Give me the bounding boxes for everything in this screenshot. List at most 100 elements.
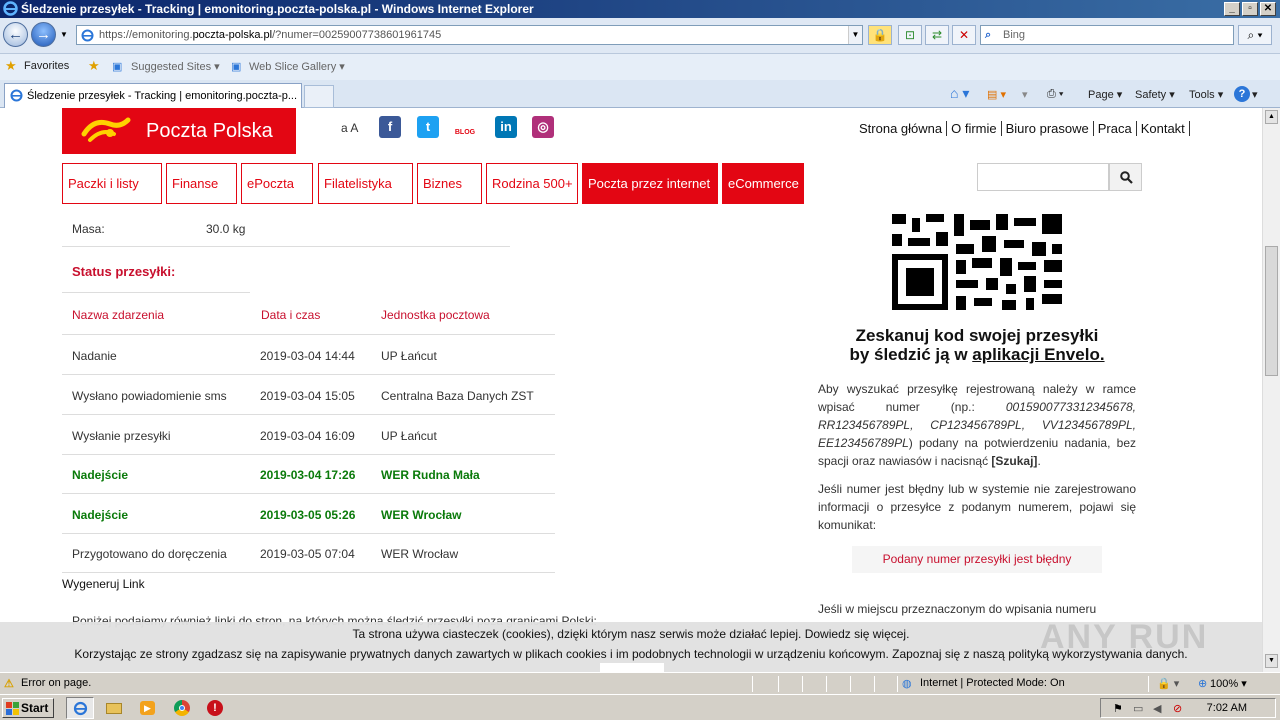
event-name: Przygotowano do doręczenia <box>72 547 227 561</box>
safety-menu[interactable]: Safety ▾ <box>1135 88 1175 101</box>
forward-button[interactable]: → <box>31 22 56 47</box>
event-unit: UP Łańcut <box>381 349 437 363</box>
home-icon[interactable]: ⌂ ▾ <box>950 85 969 102</box>
address-dropdown-icon[interactable]: ▼ <box>848 26 862 44</box>
window-title: Śledzenie przesyłek - Tracking | emonito… <box>21 2 534 16</box>
instagram-icon[interactable]: ◎ <box>532 116 554 138</box>
start-button[interactable]: Start <box>2 698 54 718</box>
poczta-polska-logo[interactable]: Poczta Polska <box>62 108 296 154</box>
menu-item-ecommerce[interactable]: eCommerce <box>722 163 804 204</box>
warning-icon[interactable]: ⚠ <box>4 677 14 690</box>
event-unit: WER Rudna Mała <box>381 468 480 482</box>
top-link-contact[interactable]: Kontakt <box>1139 121 1190 136</box>
tools-menu[interactable]: Tools ▾ <box>1189 88 1223 101</box>
status-error-text[interactable]: Error on page. <box>21 677 91 689</box>
tray-alert-icon[interactable]: ⊘ <box>1173 702 1182 715</box>
favorites-bar: ★ Favorites ★ ▣ Suggested Sites ▾ ▣ Web … <box>0 54 1280 80</box>
menu-item-business[interactable]: Biznes <box>417 163 482 204</box>
stop-icon[interactable]: ✕ <box>952 25 976 45</box>
envelo-app-link[interactable]: aplikacji Envelo. <box>972 345 1104 364</box>
generate-link[interactable]: Wygeneruj Link <box>62 577 145 591</box>
facebook-icon[interactable]: f <box>379 116 401 138</box>
site-search-button[interactable] <box>1109 163 1142 191</box>
zoom-icon: ⊕ <box>1198 678 1208 690</box>
scroll-up-icon[interactable]: ▲ <box>1265 110 1278 124</box>
menu-item-parcels[interactable]: Paczki i listy <box>62 163 162 204</box>
explorer-folder-icon[interactable] <box>104 699 124 717</box>
add-favorites-icon[interactable]: ★ <box>88 58 100 74</box>
protected-mode-icon[interactable]: 🔒 ▾ <box>1157 677 1179 690</box>
search-button[interactable]: ⌕ ▾ <box>1238 25 1272 45</box>
address-url: https://emonitoring.poczta-polska.pl/?nu… <box>99 29 442 41</box>
tab-title: Śledzenie przesyłek - Tracking | emonito… <box>27 90 298 102</box>
web-slice-gallery-link[interactable]: Web Slice Gallery ▾ <box>249 60 345 73</box>
read-mail-icon[interactable]: ▾ <box>1022 88 1028 101</box>
table-divider <box>62 414 555 415</box>
menu-item-finance[interactable]: Finanse <box>166 163 237 204</box>
status-separator <box>874 676 875 692</box>
top-link-jobs[interactable]: Praca <box>1096 121 1137 136</box>
page-menu[interactable]: Page ▾ <box>1088 88 1122 101</box>
chrome-icon[interactable] <box>172 699 192 717</box>
web-slice-icon: ▣ <box>231 61 242 73</box>
help-dropdown-icon[interactable]: ▾ <box>1252 88 1258 101</box>
top-link-home[interactable]: Strona główna <box>858 121 948 136</box>
post-horn-icon <box>81 117 131 142</box>
font-size-toggle[interactable]: a A <box>341 121 358 135</box>
scroll-thumb[interactable] <box>1265 246 1278 376</box>
event-name: Nadejście <box>72 468 129 482</box>
site-search-input[interactable] <box>977 163 1109 191</box>
security-zone-text[interactable]: Internet | Protected Mode: On <box>920 677 1065 689</box>
cookie-accept-button[interactable] <box>600 663 664 672</box>
back-button[interactable]: ← <box>3 22 28 47</box>
clock[interactable]: 7:02 AM <box>1207 702 1247 714</box>
search-input[interactable]: ⌕ Bing <box>980 25 1234 45</box>
refresh-icon[interactable]: ⇄ <box>925 25 949 45</box>
cookie-learn-more-link[interactable]: Dowiedz się więcej. <box>805 627 910 641</box>
twitter-icon[interactable]: t <box>417 116 439 138</box>
compatibility-icon[interactable]: ⊡ <box>898 25 922 45</box>
tab-favicon-icon <box>10 89 23 102</box>
linkedin-icon[interactable]: in <box>495 116 517 138</box>
stop-app-icon[interactable]: ! <box>205 699 225 717</box>
window-titlebar: Śledzenie przesyłek - Tracking | emonito… <box>0 0 1280 18</box>
tray-flag-icon[interactable]: ⚑ <box>1113 702 1123 715</box>
restore-button[interactable]: ▫ <box>1242 2 1258 16</box>
taskbar-ie-button[interactable] <box>66 697 94 719</box>
help-icon[interactable]: ? <box>1234 86 1250 102</box>
close-window-button[interactable]: ✕ <box>1260 2 1276 16</box>
forward-arrow-icon: → <box>36 26 51 43</box>
system-tray: ⚑ ▭ ◀ ⊘ 7:02 AM <box>1100 698 1276 718</box>
blog-icon[interactable]: BLOG <box>454 116 476 138</box>
event-name: Nadanie <box>72 349 117 363</box>
favorites-button[interactable]: Favorites <box>24 60 69 72</box>
media-player-icon[interactable]: ▶ <box>138 699 158 717</box>
menu-item-online-post[interactable]: Poczta przez internet <box>582 163 718 204</box>
menu-item-family500[interactable]: Rodzina 500+ <box>486 163 578 204</box>
menu-item-epoczta[interactable]: ePoczta <box>241 163 313 204</box>
vertical-scrollbar[interactable]: ▲ ▼ <box>1262 108 1280 672</box>
tab-active[interactable]: Śledzenie przesyłek - Tracking | emonito… <box>4 83 302 108</box>
suggested-sites-link[interactable]: Suggested Sites ▾ <box>131 60 220 73</box>
event-date: 2019-03-04 15:05 <box>260 389 355 403</box>
menu-item-philately[interactable]: Filatelistyka <box>318 163 413 204</box>
top-link-about[interactable]: O firmie <box>950 121 1002 136</box>
bing-icon: ⌕ <box>985 29 992 41</box>
history-dropdown-icon[interactable]: ▼ <box>60 30 68 39</box>
feeds-icon[interactable]: ▤ ▾ <box>987 88 1006 101</box>
address-bar[interactable]: https://emonitoring.poczta-polska.pl/?nu… <box>76 25 863 45</box>
tab-bar: Śledzenie przesyłek - Tracking | emonito… <box>0 80 1280 108</box>
scroll-down-icon[interactable]: ▼ <box>1265 654 1278 668</box>
zoom-level[interactable]: 100% ▾ <box>1210 677 1247 690</box>
print-icon[interactable]: ⎙ ▾ <box>1047 88 1063 101</box>
status-bar: ⚠ Error on page. ◍ Internet | Protected … <box>0 672 1280 694</box>
lock-icon[interactable]: 🔒 <box>868 25 892 45</box>
tray-network-icon[interactable]: ▭ <box>1133 702 1143 715</box>
new-tab-button[interactable] <box>304 85 334 108</box>
event-unit: UP Łańcut <box>381 429 437 443</box>
top-link-press[interactable]: Biuro prasowe <box>1004 121 1094 136</box>
search-button-ref: [Szukaj] <box>991 454 1038 468</box>
table-divider <box>62 334 555 335</box>
tray-volume-icon[interactable]: ◀ <box>1153 702 1161 715</box>
minimize-button[interactable]: _ <box>1224 2 1240 16</box>
